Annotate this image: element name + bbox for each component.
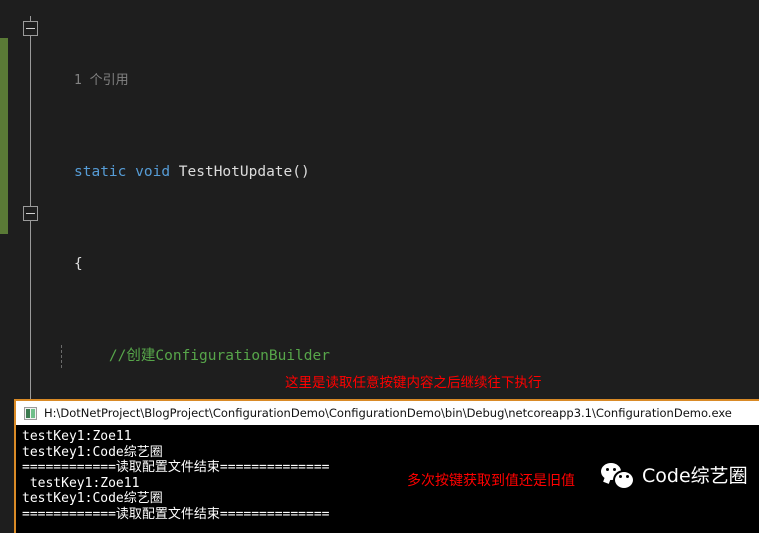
code-line-open-brace: { [44, 253, 759, 276]
console-title-text: H:\DotNetProject\BlogProject\Configurati… [44, 406, 732, 420]
comment-create-builder: //创建ConfigurationBuilder [108, 348, 330, 364]
console-title-bar[interactable]: H:\DotNetProject\BlogProject\Configurati… [16, 401, 759, 425]
watermark-text: Code综艺圈 [642, 465, 748, 487]
keyword-void: void [135, 164, 171, 180]
code-editor[interactable]: 1 个引用 static void TestHotUpdate() { //创建… [0, 0, 759, 399]
wechat-eye [613, 467, 616, 471]
visual-studio-screenshot: 1 个引用 static void TestHotUpdate() { //创建… [0, 0, 759, 533]
outline-rail-body [30, 36, 31, 206]
console-app-icon [24, 406, 37, 420]
console-output-line: ============读取配置文件结束============== [22, 506, 330, 522]
glyph-margin[interactable] [8, 0, 44, 399]
wechat-eye [626, 474, 629, 478]
wechat-eye [606, 467, 609, 471]
console-output-line: testKey1:Code综艺圈 [22, 444, 163, 460]
console-output-area[interactable]: testKey1:Zoe11 testKey1:Code综艺圈 ========… [16, 425, 759, 533]
paren-pair: () [292, 164, 310, 180]
change-indicator-bar [0, 38, 8, 234]
watermark: Code综艺圈 [601, 461, 748, 490]
wechat-bubble-small [613, 469, 635, 490]
method-name: TestHotUpdate [178, 164, 293, 180]
code-text-area[interactable]: 1 个引用 static void TestHotUpdate() { //创建… [44, 0, 759, 399]
brace-open-method: { [74, 256, 83, 272]
fold-toggle-method[interactable] [23, 21, 38, 36]
console-window[interactable]: H:\DotNetProject\BlogProject\Configurati… [14, 399, 759, 533]
code-line-method-signature: static void TestHotUpdate() [44, 161, 759, 184]
wechat-icon [601, 462, 635, 490]
console-output-line: testKey1:Code综艺圈 [22, 491, 163, 507]
console-red-annotation: 多次按键获取到值还是旧值 [407, 473, 575, 489]
editor-red-annotation: 这里是读取任意按键内容之后继续往下执行 [285, 375, 542, 391]
fold-toggle-while[interactable] [23, 206, 38, 221]
change-track-column [0, 0, 8, 399]
keyword-static: static [74, 164, 127, 180]
code-line-comment-1: //创建ConfigurationBuilder [44, 345, 759, 368]
outline-rail-while [30, 221, 31, 399]
codelens-reference-count[interactable]: 1 个引用 [74, 73, 129, 88]
code-line-codelens: 1 个引用 [44, 69, 759, 92]
console-output-line: testKey1:Zoe11 [22, 429, 132, 444]
wechat-eye [619, 474, 622, 478]
indent-guide [61, 345, 62, 368]
